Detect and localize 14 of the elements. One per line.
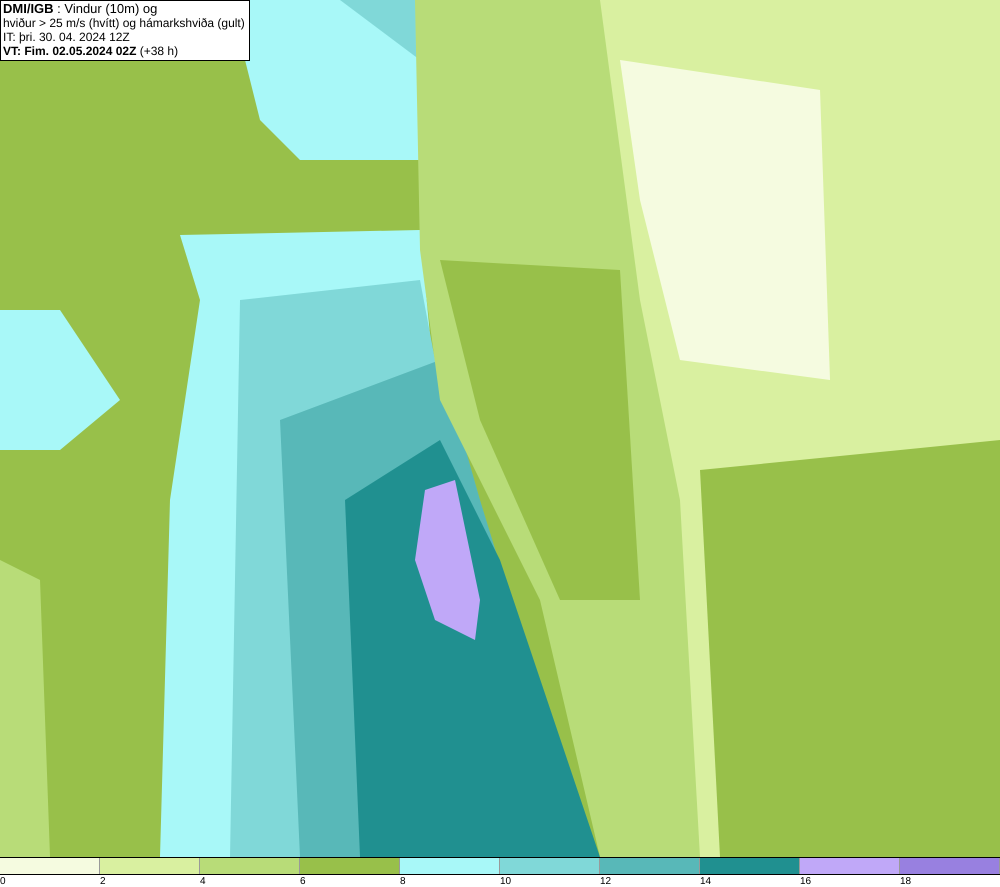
legend-label: 0 [0,876,6,887]
title-line: DMI/IGB : Vindur (10m) og [3,2,158,16]
title-line: IT: þri. 30. 04. 2024 12Z [3,30,131,44]
legend-label: 4 [200,876,206,887]
legend-label: 8 [400,876,406,887]
title-line: VT: Fim. 02.05.2024 02Z (+38 h) [3,44,180,58]
legend-label: 10 [500,876,512,887]
legend-label: 12 [600,876,612,887]
legend-label: 16 [800,876,812,887]
legend-label: 18 [900,876,912,887]
title-line: hviður > 25 m/s (hvítt) og hámarkshviða (gult) [3,16,245,30]
legend-label: 14 [700,876,712,887]
legend-label: 2 [100,876,106,887]
legend-label: 6 [300,876,306,887]
